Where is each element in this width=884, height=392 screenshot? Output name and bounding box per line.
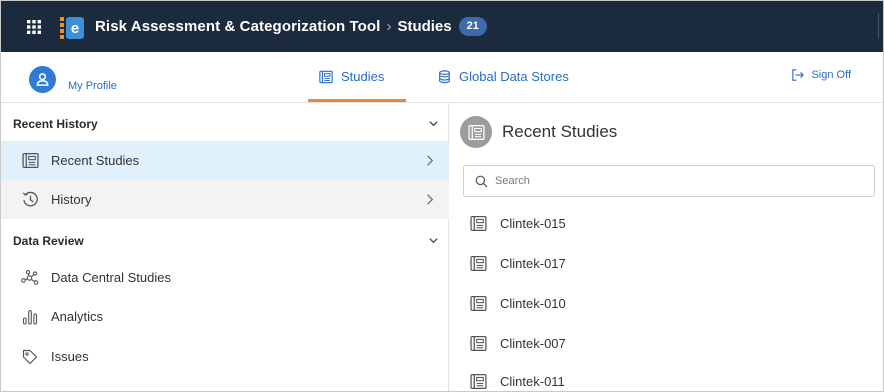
tab-global-data-stores-label: Global Data Stores <box>459 69 569 84</box>
sidebar-item-label: History <box>51 192 92 207</box>
chevron-right-icon <box>424 154 435 170</box>
sign-off-icon <box>791 69 805 81</box>
study-label: Clintek-007 <box>500 335 566 351</box>
study-icon <box>469 214 487 232</box>
study-label: Clintek-011 <box>500 373 565 389</box>
section-data-review[interactable]: Data Review <box>1 222 449 260</box>
studies-count-badge: 21 <box>458 17 487 36</box>
studies-header-icon <box>460 116 492 148</box>
top-header: e Risk Assessment & Categorization Tool … <box>1 1 883 52</box>
tag-icon <box>21 348 39 366</box>
breadcrumb-studies[interactable]: Studies <box>397 18 451 35</box>
sidebar-item-label: Recent Studies <box>51 153 140 168</box>
study-label: Clintek-015 <box>500 215 566 231</box>
studies-icon <box>21 152 39 170</box>
tab-global-data-stores[interactable]: Global Data Stores <box>438 69 569 84</box>
database-icon <box>438 69 451 84</box>
study-item-clintek-015[interactable]: Clintek-015 <box>469 203 566 243</box>
app-title: Risk Assessment & Categorization Tool <box>95 18 381 35</box>
profile-tab-bar: My Profile Studies Global Data Stores Si… <box>1 52 883 103</box>
study-icon <box>469 372 487 390</box>
sidebar-item-label: Issues <box>51 349 89 364</box>
active-tab-indicator <box>308 99 406 102</box>
sign-off-label: Sign Off <box>811 69 851 81</box>
search-input[interactable] <box>495 175 855 187</box>
tab-studies[interactable]: Studies <box>319 69 384 84</box>
study-label: Clintek-017 <box>500 255 566 271</box>
search-icon <box>475 175 488 188</box>
panel-title: Recent Studies <box>502 122 618 141</box>
search-box <box>463 165 875 197</box>
chevron-down-icon <box>428 118 439 132</box>
analytics-icon <box>21 308 39 326</box>
section-data-review-title: Data Review <box>13 234 84 248</box>
svg-text:e: e <box>71 20 79 37</box>
network-icon <box>21 269 39 287</box>
sidebar-item-data-central-studies[interactable]: Data Central Studies <box>1 258 449 297</box>
sidebar-item-recent-studies[interactable]: Recent Studies <box>1 141 449 180</box>
sidebar-item-analytics[interactable]: Analytics <box>1 297 449 336</box>
tab-studies-label: Studies <box>341 69 385 84</box>
study-item-clintek-007[interactable]: Clintek-007 <box>469 323 566 363</box>
study-item-clintek-017[interactable]: Clintek-017 <box>469 243 566 283</box>
history-icon <box>21 191 39 209</box>
study-icon <box>469 254 487 272</box>
sidebar-item-label: Analytics <box>51 309 104 324</box>
sidebar: Recent History Recent Studies History Da… <box>1 103 449 391</box>
chevron-down-icon <box>428 235 439 249</box>
chevron-right-icon <box>424 193 435 209</box>
app-window: e Risk Assessment & Categorization Tool … <box>0 0 884 392</box>
breadcrumb-separator: › <box>386 18 392 35</box>
app-logo-icon: e <box>58 13 86 41</box>
study-icon <box>469 294 487 312</box>
studies-tab-icon <box>319 70 333 84</box>
app-grid-icon[interactable] <box>22 15 46 39</box>
profile-avatar-icon[interactable] <box>29 66 56 93</box>
sidebar-item-history[interactable]: History <box>1 180 449 219</box>
study-icon <box>469 334 487 352</box>
my-profile-link[interactable]: My Profile <box>68 80 117 92</box>
header-divider <box>878 13 879 39</box>
study-item-clintek-011[interactable]: Clintek-011 <box>469 361 565 391</box>
study-item-clintek-010[interactable]: Clintek-010 <box>469 283 566 323</box>
sidebar-item-issues[interactable]: Issues <box>1 337 449 376</box>
recent-studies-panel: Recent Studies Clintek-0 <box>449 103 883 391</box>
panel-header: Recent Studies <box>460 116 617 148</box>
sign-off-button[interactable]: Sign Off <box>791 69 851 81</box>
section-recent-history-title: Recent History <box>13 117 98 131</box>
study-label: Clintek-010 <box>500 295 566 311</box>
sidebar-item-label: Data Central Studies <box>51 270 171 285</box>
section-recent-history[interactable]: Recent History <box>1 105 449 143</box>
